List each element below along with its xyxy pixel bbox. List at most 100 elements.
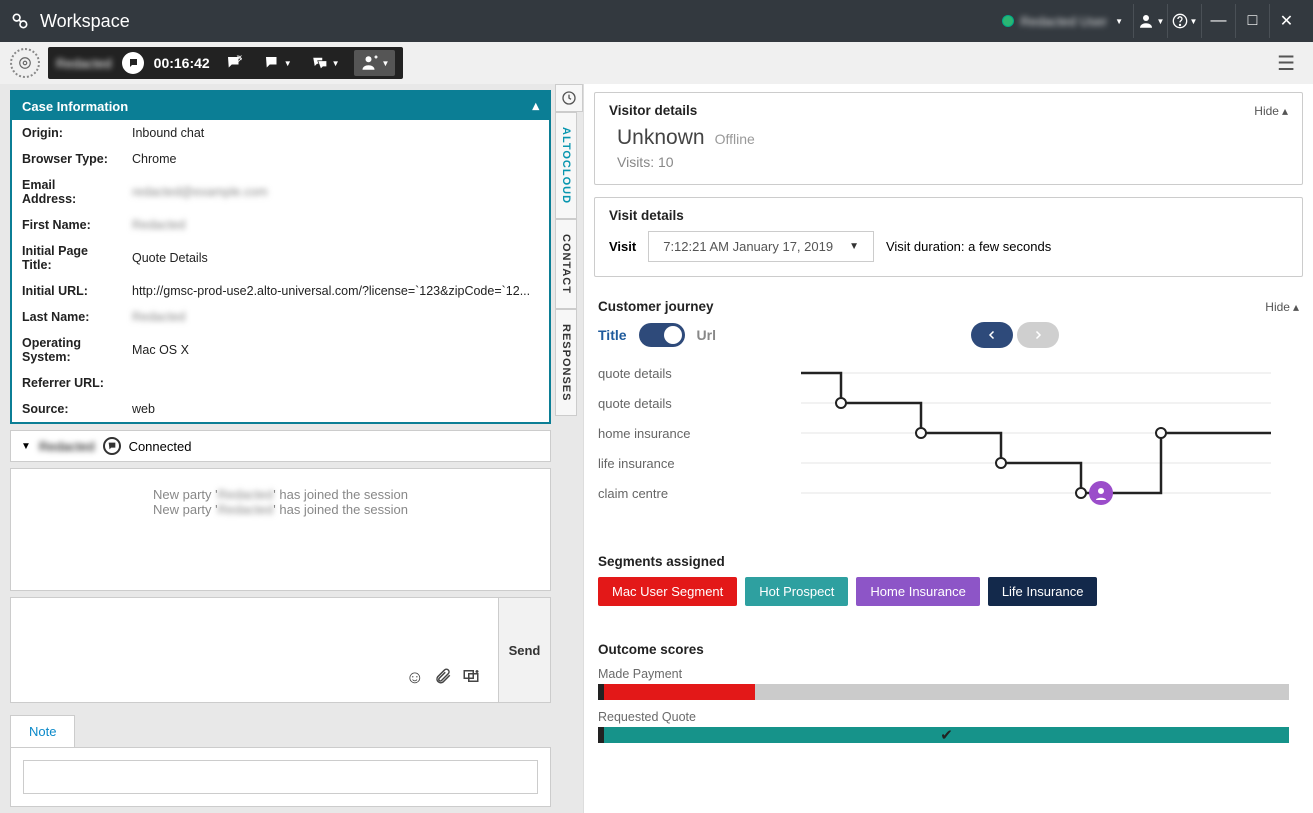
agent-icon-button[interactable]: ▼ [1133,4,1167,38]
send-button[interactable]: Send [498,598,550,702]
case-row: First Name:Redacted [12,212,549,238]
notes-panel: Note [10,715,551,807]
left-column: Case Information ▴ Origin:Inbound chatBr… [0,84,555,813]
help-button[interactable]: ▼ [1167,4,1201,38]
journey-row-label: claim centre [598,478,773,508]
side-tab-altocloud[interactable]: ALTOCLOUD [555,112,577,219]
chevron-down-icon: ▼ [1157,17,1165,26]
attachment-icon[interactable] [434,667,452,690]
visit-dropdown[interactable]: 7:12:21 AM January 17, 2019 ▼ [648,231,874,262]
journey-row-label: home insurance [598,418,773,448]
session-contact-name: Redacted [56,56,112,71]
chat-action-1-button[interactable]: ▼ [258,54,296,72]
journey-row-label: quote details [598,358,773,388]
case-key: Operating System: [12,330,122,370]
journey-title-label: Title [598,327,627,343]
section-title: Visit details [609,208,684,223]
connection-status: Connected [129,439,192,454]
section-title: Customer journey [598,299,714,314]
session-toolbar: Redacted 00:16:42 ▼ ▼ ▼ ☰ [0,42,1313,84]
journey-url-label: Url [697,327,716,343]
case-key: Initial URL: [12,278,122,304]
note-tab[interactable]: Note [10,715,75,747]
maximize-button[interactable]: □ [1235,4,1269,38]
journey-row-label: quote details [598,388,773,418]
side-tab-responses[interactable]: RESPONSES [555,309,577,416]
outcome-label: Made Payment [598,667,1289,681]
visitor-status: Offline [715,131,755,147]
chevron-up-icon: ▴ [532,98,539,114]
segment-badge[interactable]: Mac User Segment [598,577,737,606]
chevron-down-icon: ▼ [1190,17,1198,26]
check-icon: ✔ [940,726,953,744]
case-key: Email Address: [12,172,122,212]
presence-dot-icon [1002,15,1014,27]
case-key: Last Name: [12,304,122,330]
history-icon[interactable] [555,84,583,112]
menu-button[interactable]: ☰ [1269,51,1303,76]
chat-transcript: New party 'Redacted' has joined the sess… [10,468,551,591]
hide-toggle[interactable]: Hide▴ [1265,300,1299,314]
user-status[interactable]: Redacted User ▼ [992,10,1133,33]
case-value: web [122,396,549,422]
segment-badge[interactable]: Home Insurance [856,577,979,606]
chat-status-bar[interactable]: ▼ Redacted Connected [10,430,551,462]
case-info-table: Origin:Inbound chatBrowser Type:ChromeEm… [12,120,549,422]
end-chat-button[interactable] [220,54,248,72]
target-icon[interactable] [10,48,40,78]
chevron-up-icon: ▴ [1282,104,1288,118]
customer-journey-section: Customer journey Hide▴ Title Url quote d… [594,289,1303,532]
outcomes-section: Outcome scores Made Payment Requested Qu… [594,632,1303,757]
hide-toggle[interactable]: Hide▴ [1254,104,1288,118]
visit-label: Visit [609,239,636,254]
chat-action-2-button[interactable]: ▼ [306,54,344,72]
note-textarea[interactable] [23,760,538,794]
section-title: Segments assigned [598,554,725,569]
case-info-header[interactable]: Case Information ▴ [12,92,549,120]
journey-row-label: life insurance [598,448,773,478]
journey-next-button[interactable] [1017,322,1059,348]
section-title: Outcome scores [598,642,704,657]
right-column: Visitor details Hide▴ UnknownOffline Vis… [583,84,1313,813]
case-value: http://gmsc-prod-use2.alto-universal.com… [122,278,549,304]
case-row: Origin:Inbound chat [12,120,549,146]
case-value: Inbound chat [122,120,549,146]
user-name: Redacted User [1020,14,1107,29]
panel-title: Case Information [22,99,128,114]
side-tabs: ALTOCLOUDCONTACTRESPONSES [555,84,583,813]
case-value: Redacted [122,304,549,330]
journey-prev-button[interactable] [971,322,1013,348]
case-value: Quote Details [122,238,549,278]
chevron-down-icon: ▼ [849,241,859,252]
active-session-bar[interactable]: Redacted 00:16:42 ▼ ▼ ▼ [48,47,403,79]
app-logo-icon [10,11,30,31]
session-timer: 00:16:42 [154,55,210,71]
segment-badge[interactable]: Hot Prospect [745,577,848,606]
case-key: Browser Type: [12,146,122,172]
chat-input-area: ☺ Send [10,597,551,703]
case-info-panel: Case Information ▴ Origin:Inbound chatBr… [10,90,551,424]
title-url-toggle[interactable] [639,323,685,347]
visitor-name: UnknownOffline [617,126,1288,150]
outcome-row: Made Payment [598,667,1289,700]
cobrowse-icon[interactable] [462,667,480,690]
case-row: Email Address:redacted@example.com [12,172,549,212]
case-row: Referrer URL: [12,370,549,396]
segment-badge[interactable]: Life Insurance [988,577,1098,606]
case-value [122,370,549,396]
case-value: Redacted [122,212,549,238]
section-title: Visitor details [609,103,697,118]
case-value: redacted@example.com [122,172,549,212]
outcome-row: Requested Quote ✔ [598,710,1289,743]
minimize-button[interactable]: — [1201,4,1235,38]
journey-line-chart [773,358,1299,518]
transfer-button[interactable]: ▼ [354,50,396,76]
side-tab-contact[interactable]: CONTACT [555,219,577,309]
case-value: Mac OS X [122,330,549,370]
close-button[interactable]: ✕ [1269,4,1303,38]
emoji-icon[interactable]: ☺ [406,667,424,690]
chevron-down-icon: ▼ [21,441,31,452]
outcome-label: Requested Quote [598,710,1289,724]
chat-input[interactable] [17,604,492,658]
case-row: Operating System:Mac OS X [12,330,549,370]
